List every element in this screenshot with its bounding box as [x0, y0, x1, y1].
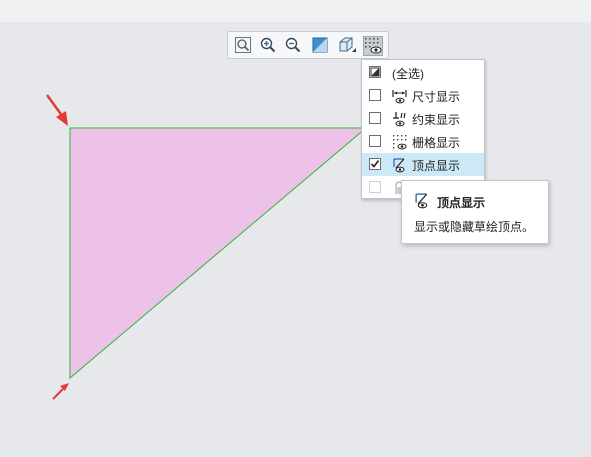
- sketch-triangle[interactable]: [69, 127, 368, 380]
- tooltip-description: 显示或隐藏草绘顶点。: [414, 220, 535, 234]
- constraint-display-icon: [393, 112, 406, 127]
- partial-check-icon: [370, 67, 380, 77]
- zoom-fit-button[interactable]: [234, 36, 254, 56]
- menu-item-grid-display[interactable]: 栅格显示: [362, 130, 484, 153]
- menu-item-label: 约束显示: [412, 113, 461, 127]
- lock-checkbox: [369, 181, 381, 193]
- zoom-out-icon: [285, 37, 301, 53]
- sketch-display-filter-icon: [365, 38, 382, 54]
- menu-item-label: 顶点显示: [412, 159, 461, 173]
- zoom-in-icon: [260, 37, 276, 53]
- dimension-display-checkbox[interactable]: [369, 89, 381, 101]
- tooltip-title: 顶点显示: [437, 196, 486, 210]
- vertex-display-checkbox[interactable]: [369, 158, 381, 170]
- sketch-display-filter-button[interactable]: [363, 36, 383, 56]
- view-orientation-button[interactable]: [337, 36, 357, 56]
- menu-item-label: 尺寸显示: [412, 90, 461, 104]
- menu-item-dimension-display[interactable]: 尺寸显示: [362, 84, 484, 107]
- arrow-bottom-icon: [52, 383, 69, 400]
- select-all-checkbox[interactable]: [369, 66, 381, 78]
- view-cube-icon: [339, 37, 356, 52]
- vertex-display-icon: [415, 193, 428, 209]
- menu-item-constraint-display[interactable]: 约束显示: [362, 107, 484, 130]
- grid-display-checkbox[interactable]: [369, 135, 381, 147]
- dimension-display-icon: [392, 90, 407, 104]
- menu-item-vertex-display[interactable]: 顶点显示: [362, 153, 484, 176]
- checkmark-icon: [370, 160, 380, 168]
- menu-item-select-all[interactable]: (全选): [362, 61, 484, 84]
- sketch-display-menu: (全选) 尺寸显示 约束显示 栅格显示 顶点显示: [361, 59, 485, 199]
- menu-item-label: (全选): [392, 67, 424, 81]
- constraint-display-checkbox[interactable]: [369, 112, 381, 124]
- view-toolbar: [227, 31, 389, 59]
- arrow-top-icon: [45, 94, 68, 126]
- vertex-display-icon: [393, 158, 405, 173]
- zoom-out-button[interactable]: [284, 36, 304, 56]
- display-style-icon: [312, 37, 328, 53]
- vertex-display-tooltip: 顶点显示 显示或隐藏草绘顶点。: [401, 180, 549, 244]
- menu-item-label: 栅格显示: [412, 136, 461, 150]
- display-style-button[interactable]: [311, 36, 331, 56]
- zoom-fit-icon: [235, 37, 251, 53]
- grid-display-icon: [393, 135, 407, 150]
- zoom-in-button[interactable]: [259, 36, 279, 56]
